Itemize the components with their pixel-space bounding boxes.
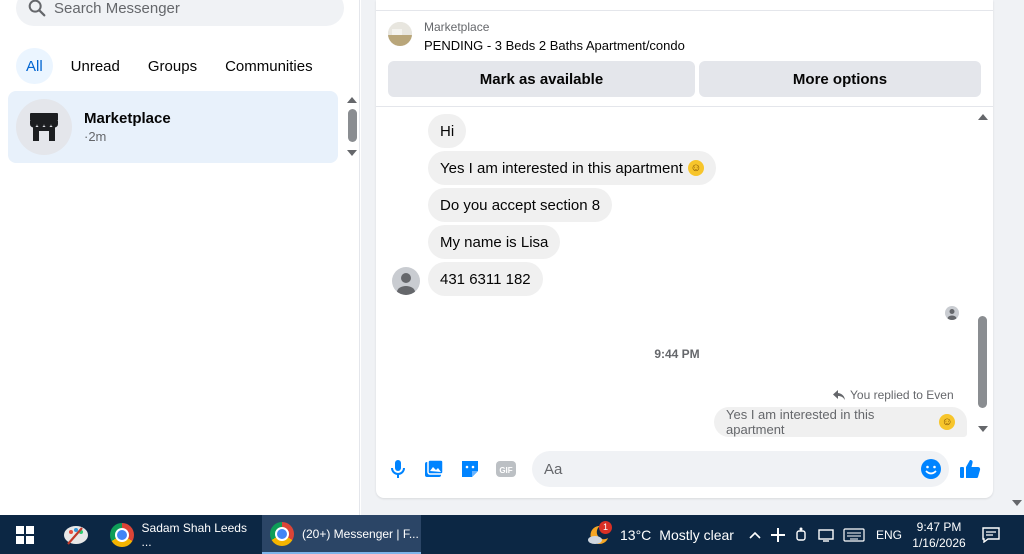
weather-temperature: 13°C [620, 526, 652, 543]
clock-time: 9:47 PM [916, 519, 962, 534]
plus-icon[interactable] [770, 515, 788, 554]
sidebar-scrollbar[interactable] [345, 92, 359, 160]
show-hidden-icons-chevron-icon[interactable] [748, 515, 762, 554]
scroll-down-arrow-icon[interactable] [347, 150, 357, 156]
photo-icon[interactable] [423, 458, 445, 480]
message-text: Hi [440, 122, 455, 140]
keyboard-icon[interactable] [843, 515, 867, 554]
divider [376, 10, 993, 11]
scroll-up-arrow-icon[interactable] [347, 97, 357, 103]
language-indicator[interactable]: ENG [876, 515, 902, 554]
search-box[interactable] [16, 0, 344, 26]
message-bubble[interactable]: 431 6311 182 [428, 262, 543, 296]
smiling-emoji-icon: ☺ [939, 414, 955, 430]
conversation-list: Marketplace ·2m [8, 91, 338, 163]
windows-taskbar: Sadam Shah Leeds ... (20+) Messenger | F… [0, 515, 1024, 554]
weather-widget[interactable]: 1 13°C Mostly clear [586, 515, 736, 554]
taskbar-app-chrome-sadam[interactable]: Sadam Shah Leeds ... [104, 515, 258, 554]
reply-indicator: You replied to Even [832, 388, 954, 402]
chrome-icon [110, 522, 134, 547]
filter-tabs: All Unread Groups Communities [16, 48, 323, 84]
taskbar-app-label: Sadam Shah Leeds ... [141, 520, 247, 549]
chat-scrollbar[interactable] [976, 110, 990, 436]
listing-header[interactable]: Marketplace PENDING - 3 Beds 2 Baths Apa… [388, 20, 685, 53]
search-icon [28, 0, 46, 17]
sender-avatar[interactable] [392, 267, 420, 295]
clock[interactable]: 9:47 PM 1/16/2026 [910, 515, 968, 554]
reply-arrow-icon [833, 390, 845, 400]
filter-tab-all[interactable]: All [16, 48, 53, 84]
message-bubble[interactable]: Do you accept section 8 [428, 188, 613, 222]
message-composer: GIF [376, 446, 993, 492]
filter-tab-groups[interactable]: Groups [138, 48, 207, 84]
marketplace-store-icon [16, 99, 72, 155]
listing-title: PENDING - 3 Beds 2 Baths Apartment/condo [424, 38, 685, 53]
reply-note-text: You replied to Even [850, 388, 954, 402]
gif-icon[interactable]: GIF [495, 458, 517, 480]
filter-tab-communities[interactable]: Communities [215, 48, 323, 84]
notification-center-icon[interactable] [982, 515, 1002, 554]
scroll-down-arrow-icon[interactable] [978, 426, 988, 432]
emoji-icon[interactable] [920, 458, 942, 480]
listing-thumbnail [388, 22, 412, 46]
chat-panel: Marketplace PENDING - 3 Beds 2 Baths Apa… [376, 0, 993, 498]
quote-text: Yes I am interested in this apartment [726, 407, 875, 437]
listing-actions: Mark as available More options [388, 61, 981, 97]
weather-alert-badge: 1 [599, 520, 612, 534]
scroll-thumb[interactable] [348, 109, 357, 142]
microphone-icon[interactable] [387, 458, 409, 480]
more-options-button[interactable]: More options [699, 61, 981, 97]
conversation-sidebar: All Unread Groups Communities Marketplac… [0, 0, 360, 515]
smiling-emoji-icon: ☺ [687, 160, 704, 176]
divider [376, 106, 993, 107]
taskbar-app-chrome-messenger[interactable]: (20+) Messenger | F... [262, 515, 421, 554]
message-text: My name is Lisa [440, 233, 549, 251]
message-input[interactable] [532, 451, 949, 487]
message-text: 431 6311 182 [440, 270, 531, 288]
chrome-icon [270, 521, 294, 546]
seen-indicator-avatar [945, 306, 959, 320]
taskbar-app-label: (20+) Messenger | F... [302, 526, 419, 541]
windows-start-icon[interactable] [12, 515, 38, 554]
conversation-name: Marketplace [84, 110, 171, 127]
scroll-thumb[interactable] [978, 316, 987, 408]
message-text: Do you accept section 8 [440, 196, 601, 214]
weather-condition: Mostly clear [659, 526, 734, 543]
scroll-up-arrow-icon[interactable] [978, 114, 988, 120]
network-icon[interactable] [818, 515, 836, 554]
listing-source: Marketplace [424, 20, 490, 34]
replied-message-quote[interactable]: Yes I am interested in this apartment ☺ [714, 407, 967, 437]
message-bubble[interactable]: Yes I am interested in this apartment ☺ [428, 151, 716, 185]
message-timestamp: 9:44 PM [654, 347, 700, 361]
page-scroll-down-arrow-icon[interactable] [1012, 500, 1022, 506]
paint-app-icon[interactable] [60, 515, 92, 554]
svg-text:GIF: GIF [499, 466, 512, 475]
like-icon[interactable] [959, 458, 981, 480]
conversation-item-marketplace[interactable]: Marketplace ·2m [8, 91, 338, 163]
mark-as-available-button[interactable]: Mark as available [388, 61, 695, 97]
sticker-icon[interactable] [459, 458, 481, 480]
message-text: Yes I am interested in this apartment [440, 159, 683, 177]
clock-date: 1/16/2026 [912, 535, 966, 550]
meet-now-icon[interactable] [795, 515, 811, 554]
message-bubble[interactable]: My name is Lisa [428, 225, 561, 259]
weather-moon-icon: 1 [586, 520, 612, 546]
search-input[interactable] [54, 0, 314, 17]
message-bubble[interactable]: Hi [428, 114, 467, 148]
conversation-time: ·2m [84, 129, 107, 144]
filter-tab-unread[interactable]: Unread [61, 48, 130, 84]
